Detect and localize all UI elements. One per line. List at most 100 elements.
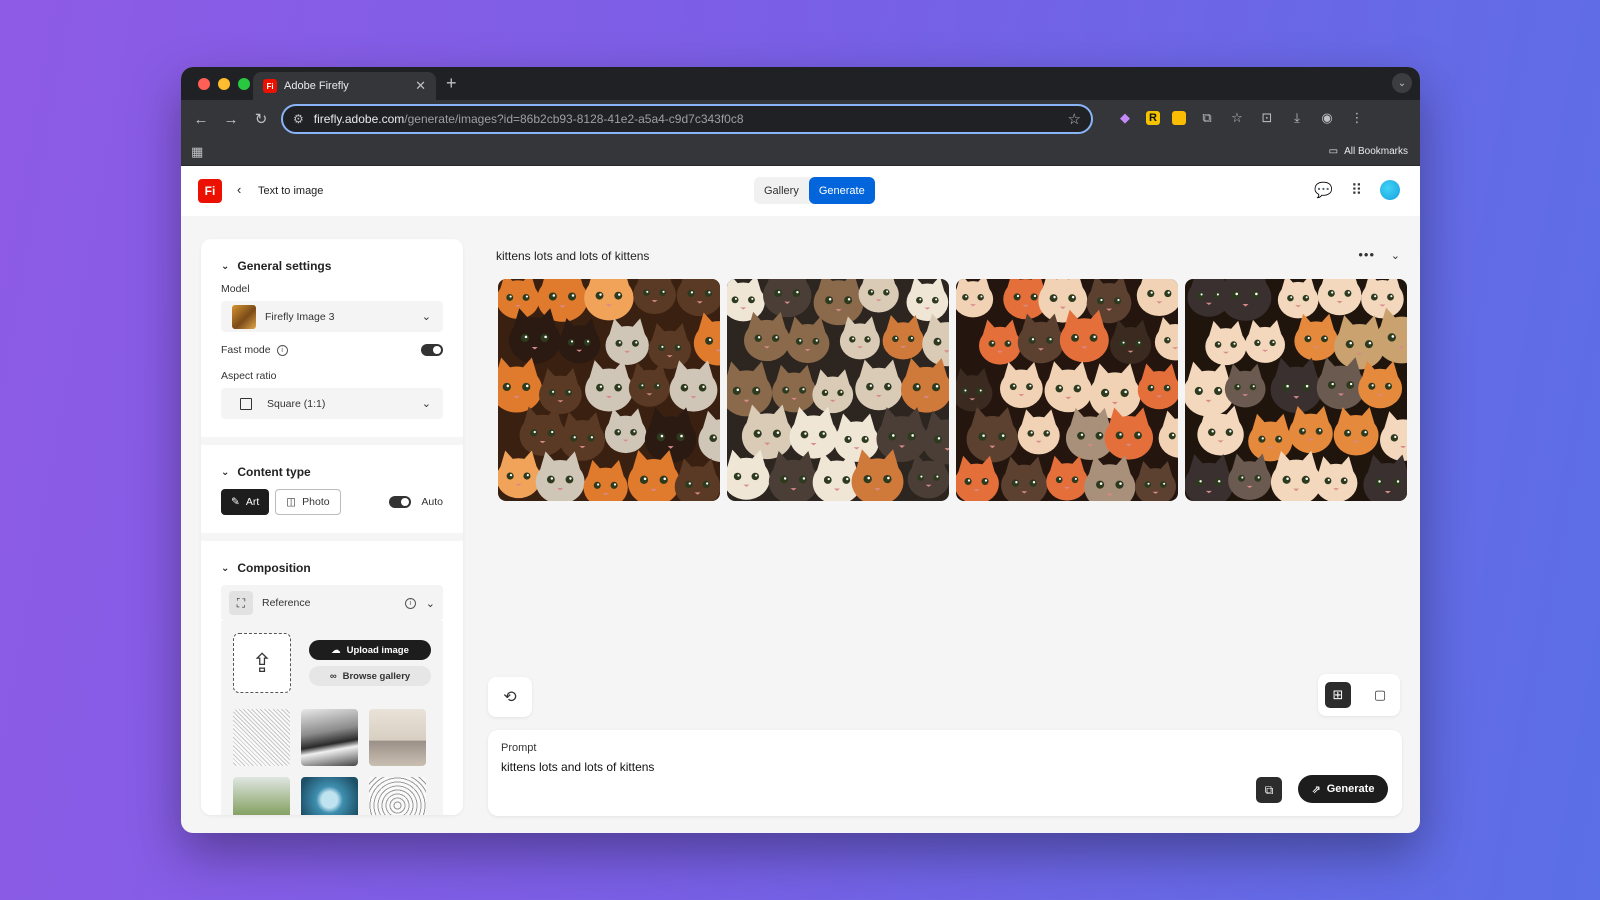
close-tab-icon[interactable]: ✕ <box>415 78 426 94</box>
preset-sketch-bird[interactable] <box>233 709 290 766</box>
model-dropdown[interactable]: Firefly Image 3 ⌄ <box>221 301 443 332</box>
preset-pattern[interactable] <box>369 777 426 815</box>
upload-image-button[interactable]: ☁ Upload image <box>309 640 431 660</box>
page-title: Text to image <box>258 185 324 197</box>
square-icon <box>240 397 252 410</box>
download-icon[interactable]: ⤓ <box>1288 109 1306 127</box>
upload-buttons: ☁ Upload image ∞ Browse gallery <box>309 640 431 686</box>
back-arrow-icon[interactable]: ← <box>186 111 216 128</box>
generated-image-4[interactable] <box>1185 279 1407 501</box>
generate-button[interactable]: ⇗ Generate <box>1298 775 1388 803</box>
window-controls <box>198 77 250 90</box>
browser-window: Fi Adobe Firefly ✕ + ⌄ ← → ↻ ⚙ firefly.a… <box>181 67 1420 833</box>
general-settings-header[interactable]: ⌄ General settings <box>221 259 443 273</box>
photo-label: Photo <box>302 496 330 508</box>
bookmarks-star-icon[interactable]: ☆ <box>1228 109 1246 127</box>
image-upload-dropzone[interactable]: ⇪ <box>233 633 291 693</box>
reference-label: Reference <box>262 597 311 609</box>
app-header: Fi ‹ Text to image Gallery Generate 💬 ⠿ <box>181 166 1420 216</box>
generated-image-2[interactable] <box>727 279 949 501</box>
chevron-down-icon: ⌄ <box>421 311 431 323</box>
composition-header[interactable]: ⌄ Composition <box>221 561 443 575</box>
fast-mode-toggle[interactable] <box>421 344 443 356</box>
browser-toolbar: ← → ↻ ⚙ firefly.adobe.com /generate/imag… <box>181 100 1420 138</box>
content-type-section: ⌄ Content type ✎ Art ◫ Photo Auto <box>201 445 463 541</box>
art-button[interactable]: ✎ Art <box>221 489 270 515</box>
image-results-grid <box>498 279 1407 501</box>
profile-icon[interactable]: ◉ <box>1318 109 1336 127</box>
general-settings-section: ⌄ General settings Model Firefly Image 3… <box>201 239 463 445</box>
brush-icon: ✎ <box>231 496 240 508</box>
more-options-icon[interactable]: ••• <box>1358 247 1375 262</box>
site-settings-icon[interactable]: ⚙ <box>293 112 304 126</box>
model-label: Model <box>221 283 250 295</box>
bookmarks-bar: ▦ ▭ All Bookmarks <box>181 138 1420 166</box>
avatar[interactable] <box>1380 180 1400 200</box>
preset-field[interactable] <box>233 777 290 815</box>
upload-image-icon: ⇪ <box>251 647 273 678</box>
info-icon[interactable]: i <box>404 597 416 609</box>
reference-dropdown[interactable]: ⛶ Reference i ⌄ <box>221 585 443 621</box>
browse-gallery-button[interactable]: ∞ Browse gallery <box>309 666 431 686</box>
aspect-ratio-value: Square (1:1) <box>267 397 326 410</box>
reference-presets <box>233 709 431 815</box>
fast-mode-row: Fast mode i <box>221 344 443 356</box>
preset-sphere[interactable] <box>301 777 358 815</box>
photo-button[interactable]: ◫ Photo <box>275 489 341 515</box>
chevron-down-icon[interactable]: ⌄ <box>1391 249 1400 262</box>
generate-sparkle-icon: ⇗ <box>1311 783 1321 796</box>
back-chevron-icon[interactable]: ‹ <box>237 182 241 197</box>
settings-panel: ⌄ General settings Model Firefly Image 3… <box>201 239 463 815</box>
forward-arrow-icon[interactable]: → <box>216 111 246 128</box>
chevron-down-icon: ⌄ <box>221 562 230 574</box>
history-button[interactable]: ⟲ <box>488 677 532 717</box>
extensions-puzzle-icon[interactable]: ⧉ <box>1198 109 1216 127</box>
view-switcher: ⊞ ▢ <box>1318 674 1400 716</box>
content-type-header[interactable]: ⌄ Content type <box>221 465 443 479</box>
all-bookmarks-button[interactable]: ▭ All Bookmarks <box>1329 146 1408 157</box>
general-settings-title: General settings <box>237 259 332 273</box>
generated-image-1[interactable] <box>498 279 720 501</box>
bookmark-star-icon[interactable]: ☆ <box>1068 110 1081 128</box>
screenshot-icon[interactable]: ⊡ <box>1258 109 1276 127</box>
content-type-title: Content type <box>237 465 311 479</box>
composition-title: Composition <box>237 561 311 575</box>
tab-gallery[interactable]: Gallery <box>754 177 809 204</box>
history-icon: ⟲ <box>503 689 517 706</box>
chevron-down-icon[interactable]: ⌄ <box>426 597 435 610</box>
minimize-window-button[interactable] <box>218 77 230 90</box>
maximize-window-button[interactable] <box>238 77 250 90</box>
preset-mountain-road[interactable] <box>301 709 358 766</box>
tab-search-button[interactable]: ⌄ <box>1392 73 1412 93</box>
extension-gem-icon[interactable]: ◆ <box>1116 109 1134 127</box>
generated-image-3[interactable] <box>956 279 1178 501</box>
single-view-icon[interactable]: ▢ <box>1367 682 1393 708</box>
feedback-chat-icon[interactable]: 💬 <box>1314 181 1333 199</box>
browser-menu-icon[interactable]: ⋮ <box>1348 109 1366 127</box>
reload-icon[interactable]: ↻ <box>246 110 276 128</box>
style-reference-icon[interactable]: ⧉ <box>1256 777 1282 803</box>
address-bar[interactable]: ⚙ firefly.adobe.com /generate/images?id=… <box>281 104 1093 134</box>
auto-toggle[interactable] <box>389 496 412 508</box>
tab-generate[interactable]: Generate <box>808 177 875 204</box>
close-window-button[interactable] <box>198 77 210 90</box>
prompt-box: Prompt kittens lots and lots of kittens … <box>488 730 1402 816</box>
aspect-ratio-dropdown[interactable]: Square (1:1) ⌄ <box>221 388 443 419</box>
grid-view-icon[interactable]: ⊞ <box>1325 682 1351 708</box>
tab-bar: Fi Adobe Firefly ✕ + ⌄ <box>181 67 1420 100</box>
apps-grid-icon[interactable]: ▦ <box>191 144 203 160</box>
tab-title: Adobe Firefly <box>284 80 349 92</box>
prompt-input[interactable]: kittens lots and lots of kittens <box>501 760 1389 774</box>
camera-icon: ◫ <box>286 496 297 508</box>
browser-tab[interactable]: Fi Adobe Firefly ✕ <box>253 72 436 100</box>
firefly-logo[interactable]: Fi <box>198 179 222 203</box>
results-prompt-title: kittens lots and lots of kittens <box>496 249 650 263</box>
info-icon[interactable]: i <box>276 344 288 356</box>
extension-r-icon[interactable]: R <box>1146 111 1160 125</box>
browse-gallery-label: Browse gallery <box>342 670 411 682</box>
new-tab-button[interactable]: + <box>446 73 457 94</box>
fast-mode-label: Fast mode <box>221 344 271 356</box>
preset-interior[interactable] <box>369 709 426 766</box>
extension-note-icon[interactable] <box>1172 111 1186 125</box>
apps-grid-icon[interactable]: ⠿ <box>1351 181 1362 199</box>
